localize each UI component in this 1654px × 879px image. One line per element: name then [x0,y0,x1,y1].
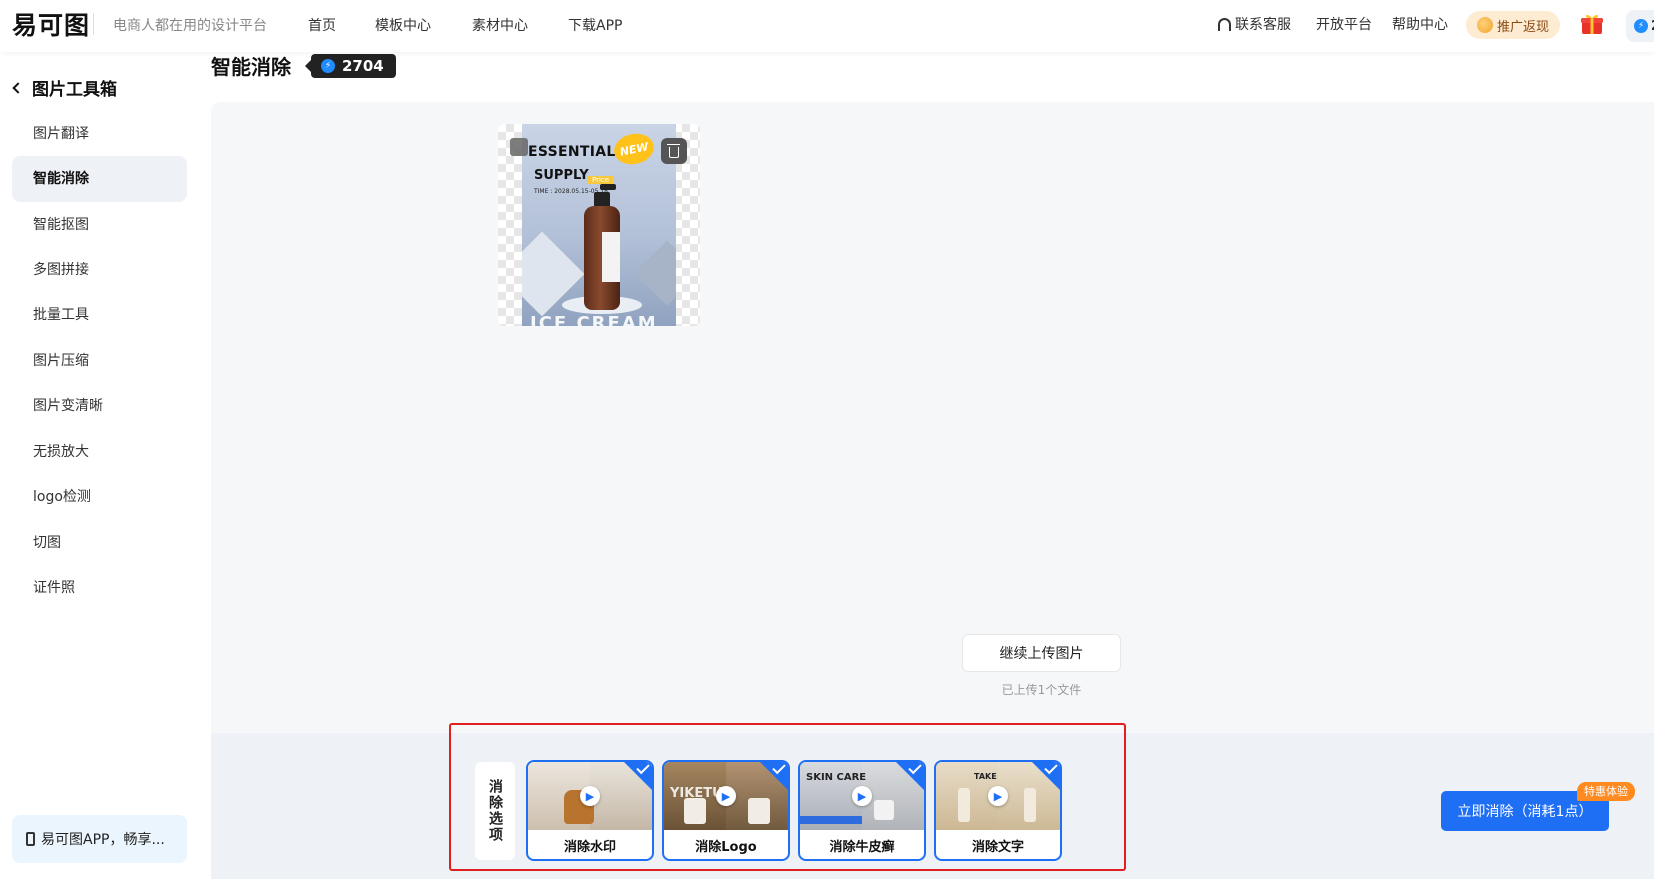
jar-shape [684,798,706,824]
option-caption: 消除Logo [695,840,757,855]
sidebar-item-image-sharpen[interactable]: 图片变清晰 [12,383,187,429]
open-platform-link[interactable]: 开放平台 [1316,14,1372,34]
nav-materials[interactable]: 素材中心 [472,15,528,35]
gift-icon[interactable] [1580,12,1604,36]
site-logo[interactable]: 易可图 [12,9,91,40]
option-overlay-text: SKIN CARE [806,772,867,783]
option-caption: 消除水印 [563,840,616,855]
delete-image-button[interactable] [661,138,687,164]
header-divider [93,13,94,35]
arrow-right-icon: ▶ [580,786,600,806]
poster-bottom-text: ICE CREAM [530,313,658,326]
thumbnail-select-checkbox[interactable] [510,138,528,156]
poster-time: TIME : 2028.05.15-05.18 [534,188,608,195]
credits-value: 2704 [342,57,384,75]
sidebar-title[interactable]: 图片工具箱 [12,75,117,100]
contact-support-label: 联系客服 [1235,17,1291,33]
sidebar-item-image-compress[interactable]: 图片压缩 [12,338,187,384]
option-overlay-text: YIKETU [670,786,723,801]
erase-options-label: 消除选项 [475,762,515,860]
sidebar-item-smart-cutout[interactable]: 智能抠图 [12,202,187,248]
headset-icon [1218,18,1231,31]
sidebar-item-smart-erase[interactable]: 智能消除 [12,156,187,202]
contact-support-link[interactable]: 联系客服 [1218,14,1291,34]
nav-templates[interactable]: 模板中心 [375,15,431,35]
special-offer-badge: 特惠体验 [1577,782,1635,801]
option-remove-logo[interactable]: YIKETU ▶ 消除Logo [662,760,790,861]
chevron-left-icon [12,81,24,94]
jar-shape [748,798,770,824]
ad-strip [800,816,862,824]
poster-bottle-label [602,232,620,282]
sidebar-item-id-photo[interactable]: 证件照 [12,565,187,611]
bottle-shape [1024,788,1036,822]
sidebar-item-logo-detect[interactable]: logo检测 [12,474,187,520]
poster-subheading: SUPPLY [534,168,589,183]
poster-price-tag: Price [588,176,614,184]
site-slogan: 电商人都在用的设计平台 [113,18,267,34]
nav-download-app[interactable]: 下载APP [568,15,622,35]
uploaded-image-thumbnail[interactable]: ESSENTIAL SUPPLY Price TIME : 2028.05.15… [498,124,700,326]
option-overlay-text: TAKE [974,772,997,781]
app-promo-banner[interactable]: 易可图APP，畅享... [12,815,187,863]
trash-icon [667,143,680,158]
arrow-right-icon: ▶ [716,786,736,806]
option-remove-text[interactable]: TAKE ▶ 消除文字 [934,760,1062,861]
credits-badge: ⚡ 2704 [305,54,396,78]
points-balance[interactable]: ⚡ 2 [1626,10,1654,42]
sidebar-title-label: 图片工具箱 [32,80,117,100]
sidebar-item-batch-tools[interactable]: 批量工具 [12,292,187,338]
bottle-shape [958,788,970,822]
sidebar-item-image-translate[interactable]: 图片翻译 [12,111,187,157]
option-remove-watermark[interactable]: ▶ 消除水印 [526,760,654,861]
sidebar-item-multi-stitch[interactable]: 多图拼接 [12,247,187,293]
coin-icon [1476,17,1493,33]
poster-image: ESSENTIAL SUPPLY Price TIME : 2028.05.15… [522,124,676,326]
poster-new-badge: NEW [611,130,657,168]
arrow-right-icon: ▶ [988,786,1008,806]
logo-text: 易可图 [12,11,91,40]
lightning-icon: ⚡ [321,59,335,73]
arrow-right-icon: ▶ [852,786,872,806]
upload-status: 已上传1个文件 [1001,683,1082,697]
poster-iceberg-right [634,240,676,306]
top-header: 易可图 电商人都在用的设计平台 首页 模板中心 素材中心 下载APP 联系客服 … [0,0,1654,52]
nav-home[interactable]: 首页 [308,15,336,35]
poster-heading: ESSENTIAL [528,144,616,160]
sidebar-item-slice[interactable]: 切图 [12,520,187,566]
sidebar: 图片工具箱 图片翻译 智能消除 智能抠图 多图拼接 批量工具 图片压缩 图片变清… [0,52,200,879]
option-caption: 消除牛皮癣 [829,840,895,855]
sidebar-item-lossless-upscale[interactable]: 无损放大 [12,429,187,475]
jar-shape [874,800,894,820]
lightning-icon: ⚡ [1634,19,1648,33]
option-caption: 消除文字 [971,840,1024,855]
referral-cashback-button[interactable]: 推广返现 [1466,11,1560,39]
continue-upload-button[interactable]: 继续上传图片 [962,634,1121,672]
option-remove-psoriasis-ads[interactable]: SKIN CARE ▶ 消除牛皮癣 [798,760,926,861]
workspace-canvas [211,102,1654,733]
app-promo-label: 易可图APP，畅享... [41,832,165,848]
page-title: 智能消除 [211,55,291,79]
phone-icon [26,832,35,846]
referral-cashback-label: 推广返现 [1496,19,1549,35]
help-center-link[interactable]: 帮助中心 [1392,14,1448,34]
